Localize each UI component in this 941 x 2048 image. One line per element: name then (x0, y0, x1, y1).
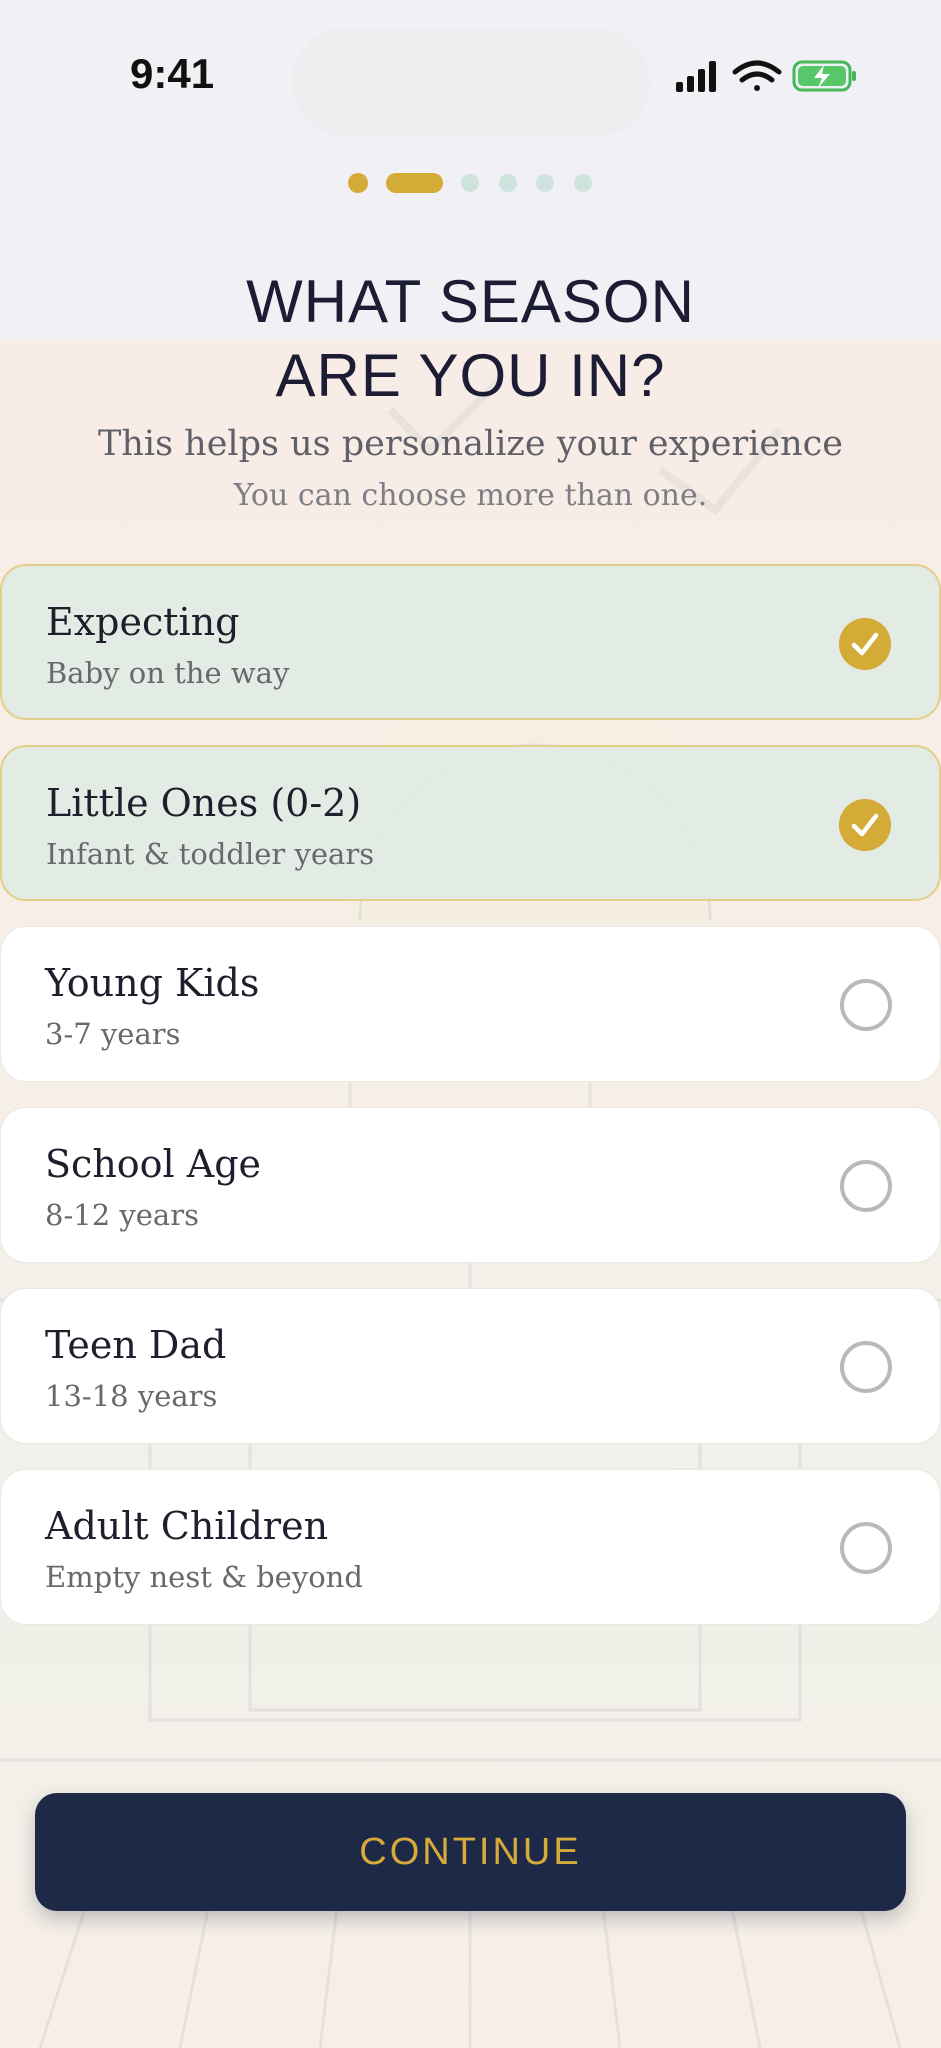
option-subtitle: 8-12 years (45, 1198, 199, 1232)
progress-dot-6 (574, 174, 592, 192)
status-time: 9:41 (130, 50, 215, 97)
option-title: Adult Children (45, 1504, 329, 1548)
cellular-signal-icon (676, 61, 716, 92)
option-title: Little Ones (0-2) (46, 781, 362, 825)
option-title: Expecting (46, 600, 240, 644)
radio-unchecked-icon (840, 1160, 892, 1212)
page-title: WHAT SEASON ARE YOU IN? (0, 265, 941, 413)
option-subtitle: Empty nest & beyond (45, 1560, 363, 1594)
continue-button[interactable]: CONTINUE (35, 1793, 906, 1911)
checkmark-icon (839, 799, 891, 851)
progress-dot-2-active (386, 173, 443, 193)
page-title-line-2: ARE YOU IN? (275, 342, 666, 409)
page-subtitle: This helps us personalize your experienc… (98, 424, 843, 464)
option-title: Young Kids (45, 961, 260, 1005)
option-subtitle: 13-18 years (45, 1379, 218, 1413)
page-title-line-1: WHAT SEASON (246, 268, 695, 335)
radio-unchecked-icon (840, 1522, 892, 1574)
option-school-age[interactable]: School Age 8-12 years (0, 1107, 941, 1263)
battery-charging-icon (792, 60, 856, 92)
option-subtitle: Infant & toddler years (46, 837, 375, 871)
progress-dot-4 (499, 174, 517, 192)
option-subtitle: 3-7 years (45, 1017, 181, 1051)
option-title: School Age (45, 1142, 262, 1186)
option-teen-dad[interactable]: Teen Dad 13-18 years (0, 1288, 941, 1444)
progress-dot-5 (536, 174, 554, 192)
radio-unchecked-icon (840, 979, 892, 1031)
progress-indicator (348, 173, 592, 193)
option-little-ones[interactable]: Little Ones (0-2) Infant & toddler years (0, 745, 941, 901)
progress-dot-1 (348, 173, 368, 193)
dynamic-island (292, 28, 650, 136)
option-subtitle: Baby on the way (46, 656, 290, 690)
status-icons (676, 60, 856, 92)
option-expecting[interactable]: Expecting Baby on the way (0, 564, 941, 720)
progress-dot-3 (461, 174, 479, 192)
option-adult-children[interactable]: Adult Children Empty nest & beyond (0, 1469, 941, 1625)
option-young-kids[interactable]: Young Kids 3-7 years (0, 926, 941, 1082)
option-title: Teen Dad (45, 1323, 227, 1367)
checkmark-icon (839, 618, 891, 670)
page-hint: You can choose more than one. (233, 478, 708, 513)
wifi-icon (732, 60, 782, 91)
radio-unchecked-icon (840, 1341, 892, 1393)
